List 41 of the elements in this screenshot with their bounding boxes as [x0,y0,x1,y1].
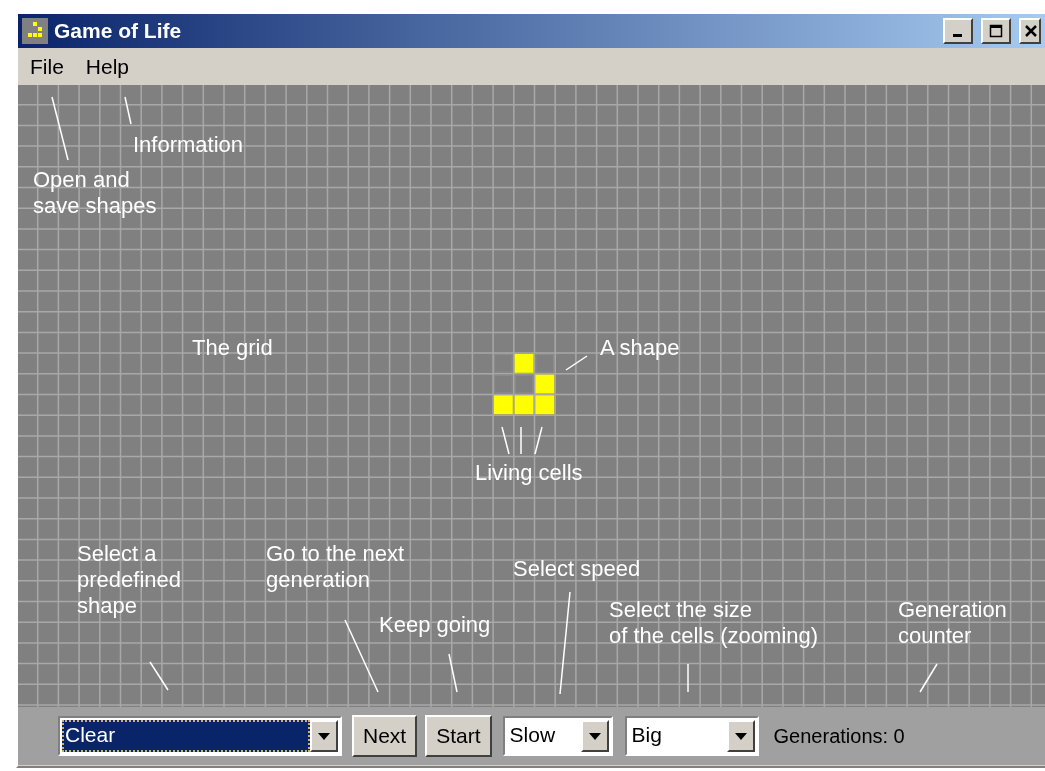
annotation-label: Generation counter [898,597,1007,649]
living-cell[interactable] [535,395,555,415]
leader-line [520,426,522,455]
app-icon [22,18,48,44]
annotation-label: Information [133,132,244,158]
speed-dropdown[interactable]: Slow [502,716,613,756]
menu-item[interactable]: File [22,52,72,81]
next-button[interactable]: Next [352,715,418,757]
leader-line [501,426,510,455]
leader-line [448,653,458,693]
cell-grid[interactable] [18,85,1045,707]
leader-line [51,96,69,161]
annotation-label: The grid [192,335,273,361]
dropdown-arrow-icon[interactable] [734,732,747,740]
start-button[interactable]: Start [425,715,492,757]
annotation-label: A shape [600,335,680,361]
maximize-button[interactable] [981,18,1011,44]
dropdown-arrow-icon[interactable] [318,732,330,740]
annotation-label: Keep going [379,612,491,638]
leader-line [534,426,543,455]
minimize-button[interactable] [943,18,973,44]
size-dropdown[interactable]: Big [624,716,759,756]
close-icon[interactable] [1024,24,1038,38]
annotation-label: Select the size of the cells (zooming) [609,597,819,649]
shape-dropdown[interactable]: Clear [58,716,342,756]
leader-line [919,663,938,693]
leader-line [149,661,169,691]
annotation-label: Living cells [475,460,583,486]
menu-item[interactable]: Help [77,52,138,81]
annotation-label: Select speed [513,556,641,582]
close-button[interactable] [1019,18,1041,44]
leader-line [565,355,588,371]
annotation-label: Go to the next generation [266,541,405,593]
annotation-label: Open and save shapes [33,167,157,219]
annotation-label: Select a predefined shape [77,541,181,619]
dropdown-arrow-icon[interactable] [588,732,601,740]
maximize-icon[interactable] [989,24,1003,38]
generation-counter: Generations: 0 [773,724,905,748]
window-title: Game of Life [54,19,182,43]
leader-line [687,663,689,693]
leader-line [124,96,132,125]
